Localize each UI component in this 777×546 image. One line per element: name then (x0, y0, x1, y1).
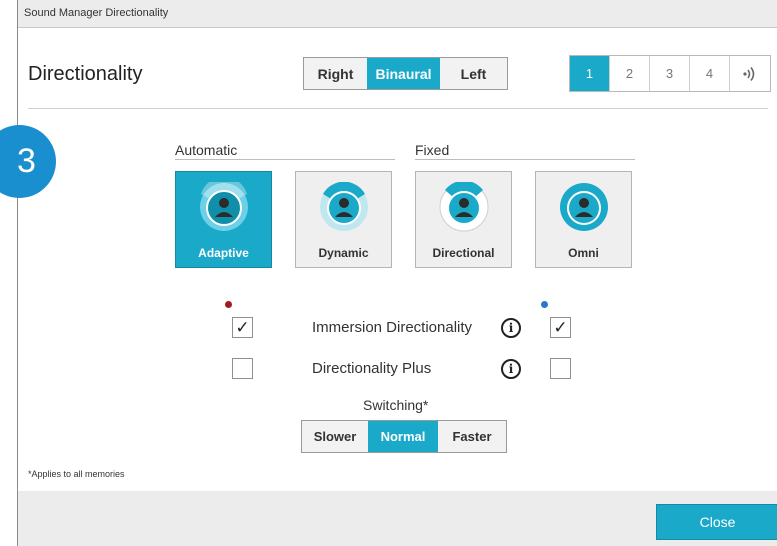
mode-label-dynamic: Dynamic (318, 246, 369, 260)
group-label-fixed: Fixed (415, 142, 450, 158)
side-selector: Right Binaural Left (303, 57, 508, 90)
window-title: Sound Manager Directionality (24, 7, 169, 19)
mode-label-adaptive: Adaptive (198, 246, 249, 260)
switching-label: Switching* (363, 397, 429, 413)
directional-mode-icon (439, 182, 489, 232)
mode-label-omni: Omni (568, 246, 599, 260)
side-option-binaural[interactable]: Binaural (367, 58, 440, 89)
immersion-directionality-label: Immersion Directionality (312, 319, 473, 336)
side-option-right[interactable]: Right (304, 58, 367, 89)
memory-selector: 1 2 3 4 (569, 55, 771, 92)
switching-selector: Slower Normal Faster (301, 420, 507, 453)
mode-tile-omni[interactable]: Omni (535, 171, 632, 268)
wireless-streaming-icon (742, 66, 754, 81)
directionality-dialog: Sound Manager Directionality Directional… (17, 0, 777, 546)
plus-right-checkbox[interactable] (550, 358, 571, 379)
group-divider-automatic (175, 159, 395, 160)
memory-tab-streaming[interactable] (729, 56, 769, 91)
plus-left-checkbox[interactable] (232, 358, 253, 379)
switching-option-normal[interactable]: Normal (368, 421, 438, 452)
close-button[interactable]: Close (656, 504, 777, 540)
immersion-info-icon[interactable]: i (501, 318, 521, 338)
omni-mode-icon (560, 183, 608, 231)
memory-tab-1[interactable]: 1 (570, 56, 609, 91)
title-bar: Sound Manager Directionality (18, 0, 777, 28)
mode-label-directional: Directional (432, 246, 495, 260)
footnote: *Applies to all memories (28, 469, 125, 479)
group-divider-fixed (415, 159, 635, 160)
switching-option-slower[interactable]: Slower (302, 421, 368, 452)
dynamic-mode-icon (320, 182, 368, 231)
page-title: Directionality (28, 63, 143, 85)
memory-tab-2[interactable]: 2 (609, 56, 649, 91)
left-ear-marker (225, 301, 232, 308)
memory-tab-4[interactable]: 4 (689, 56, 729, 91)
memory-tab-3[interactable]: 3 (649, 56, 689, 91)
mode-tile-adaptive[interactable]: Adaptive (175, 171, 272, 268)
header-divider (28, 108, 768, 109)
step-number: 3 (17, 142, 36, 180)
immersion-left-checkbox[interactable]: ✓ (232, 317, 253, 338)
immersion-right-checkbox[interactable]: ✓ (550, 317, 571, 338)
right-ear-marker (541, 301, 548, 308)
directionality-plus-label: Directionality Plus (312, 360, 432, 377)
mode-tile-dynamic[interactable]: Dynamic (295, 171, 392, 268)
mode-tile-directional[interactable]: Directional (415, 171, 512, 268)
group-label-automatic: Automatic (175, 142, 238, 158)
switching-option-faster[interactable]: Faster (438, 421, 506, 452)
adaptive-mode-icon (200, 182, 248, 231)
side-option-left[interactable]: Left (440, 58, 507, 89)
plus-info-icon[interactable]: i (501, 359, 521, 379)
